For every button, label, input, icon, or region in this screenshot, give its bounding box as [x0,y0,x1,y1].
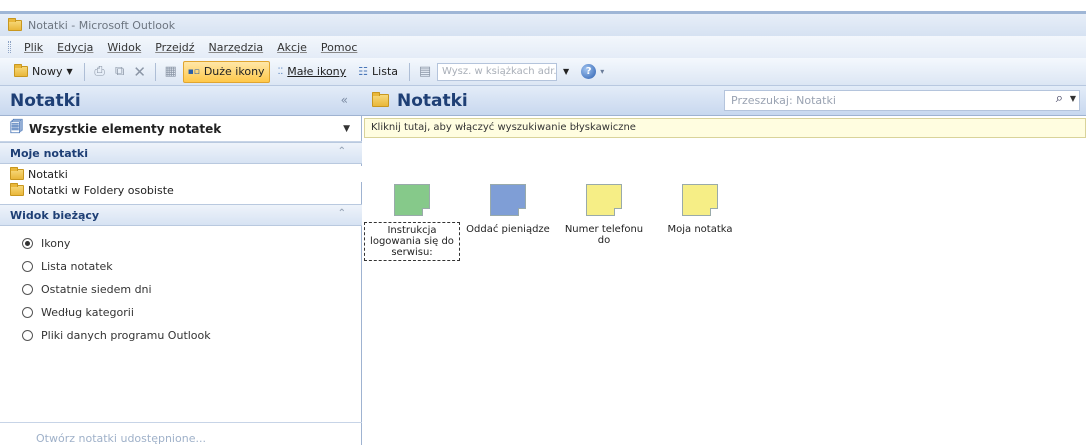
note-icon [394,184,430,216]
small-icons-button[interactable]: ⁚⁚ Małe ikony [274,61,351,83]
chevron-down-icon[interactable]: ▼ [563,67,569,76]
view-option-label: Pliki danych programu Outlook [41,328,211,342]
standard-toolbar: Nowy ▼ ⎙ ⧉ ✕ ▦ ▪▫ Duże ikony ⁚⁚ Małe iko… [0,58,1086,86]
radio-button[interactable] [22,329,33,341]
note-icon [586,184,622,216]
help-icon[interactable]: ? [581,64,597,79]
collapse-section-icon[interactable]: ⌃ [338,146,346,157]
folder-icon [10,166,24,180]
search-icon[interactable]: ⌕ [1056,91,1063,106]
folder-item-notes-personal[interactable]: Notatki w Foldery osobiste [0,182,362,198]
folder-item-notes[interactable]: Notatki [0,166,362,182]
delete-icon[interactable]: ✕ [132,64,148,79]
view-option-last-seven-days[interactable]: Ostatnie siedem dni [0,278,362,300]
radio-button-selected[interactable] [22,237,33,249]
view-option-by-category[interactable]: Według kategorii [0,301,362,323]
folder-label: Notatki w Foldery osobiste [28,183,174,197]
content-title: Notatki [397,90,468,111]
chevron-down-icon[interactable]: ▼ [66,67,72,76]
new-button-label: Nowy [32,65,63,78]
window-title: Notatki - Microsoft Outlook [28,18,176,32]
all-notes-label: Wszystkie elementy notatek [29,121,222,136]
menu-bar: Plik Edycja Widok Przejdź Narzędzia Akcj… [0,36,1086,58]
menu-grip-icon[interactable] [8,41,11,53]
top-edge-strip [0,0,1086,14]
note-item[interactable]: Instrukcja logowania się do serwisu: [364,184,460,261]
view-option-label: Według kategorii [41,305,134,319]
view-option-outlook-data-files[interactable]: Pliki danych programu Outlook [0,324,362,346]
note-label: Oddać pieniądze [466,224,550,235]
view-option-label: Ostatnie siedem dni [41,282,152,296]
folder-label: Notatki [28,167,68,181]
view-option-label: Ikony [41,236,71,250]
note-icon [682,184,718,216]
radio-button[interactable] [22,306,33,318]
list-button[interactable]: ☷ Lista [354,61,402,83]
chevron-down-icon[interactable]: ▼ [343,124,350,134]
menu-tools[interactable]: Narzędzia [209,41,264,54]
my-notes-section-header[interactable]: Moje notatki ⌃ [0,142,362,164]
address-book-icon[interactable]: ▤ [417,64,433,79]
toolbar-separator [154,62,156,81]
large-icons-button[interactable]: ▪▫ Duże ikony [182,60,270,83]
menu-help[interactable]: Pomoc [321,41,357,54]
all-notes-selector[interactable]: 🗐 Wszystkie elementy notatek ▼ [0,116,362,142]
note-icon [490,184,526,216]
outlook-app-icon [8,17,22,31]
nav-pane-title: Notatki [10,91,81,111]
radio-button[interactable] [22,283,33,295]
view-option-label: Lista notatek [41,259,113,273]
info-bar-text: Kliknij tutaj, aby włączyć wyszukiwanie … [371,122,636,133]
toolbar-separator [409,62,411,81]
list-label: Lista [372,65,399,78]
notes-folder-icon [372,92,389,107]
new-note-icon [14,64,28,77]
toolbar-separator [83,62,85,81]
print-icon[interactable]: ⎙ [92,64,108,79]
search-placeholder: Przeszukaj: Notatki [731,94,836,107]
large-icons-label: Duże ikony [203,65,265,78]
small-icons-icon: ⁚⁚ [277,66,284,77]
note-label: Moja notatka [667,224,733,235]
note-item[interactable]: Moja notatka [652,184,748,237]
navigation-pane: 🗐 Wszystkie elementy notatek ▼ Moje nota… [0,116,362,445]
menu-file[interactable]: Plik [24,41,43,54]
notes-folder-icon: 🗐 [10,119,23,135]
collapse-pane-icon[interactable]: « [341,93,348,107]
menu-actions[interactable]: Akcje [277,41,307,54]
instant-search-info-bar[interactable]: Kliknij tutaj, aby włączyć wyszukiwanie … [364,118,1086,138]
address-book-search-input[interactable]: Wysz. w książkach adr. [437,62,558,81]
new-button[interactable]: Nowy ▼ [10,61,77,83]
current-view-header-label: Widok bieżący [10,209,100,222]
move-to-folder-icon[interactable]: ⧉ [112,64,128,79]
content-header: Notatki Przeszukaj: Notatki ⌕ ▼ [362,86,1086,116]
my-notes-header-label: Moje notatki [10,147,88,160]
folder-icon [10,182,24,196]
menu-go[interactable]: Przejdź [155,41,194,54]
list-view-icon: ☷ [358,65,369,78]
title-bar: Notatki - Microsoft Outlook [0,14,1086,36]
menu-view[interactable]: Widok [107,41,141,54]
view-option-icons[interactable]: Ikony [0,232,362,254]
large-icons-icon: ▪▫ [187,66,200,77]
current-view-section-header[interactable]: Widok bieżący ⌃ [0,204,362,226]
note-label: Numer telefonu do [564,224,644,246]
chevron-down-icon[interactable]: ▼ [1070,94,1076,103]
toolbar-options-icon[interactable]: ▾ [600,67,604,76]
note-item[interactable]: Numer telefonu do [556,184,652,248]
open-shared-notes-link[interactable]: Otwórz notatki udostępnione... [0,422,362,445]
collapse-section-icon[interactable]: ⌃ [338,208,346,219]
note-label: Instrukcja logowania się do serwisu: [364,222,460,261]
note-item[interactable]: Oddać pieniądze [460,184,556,237]
open-shared-notes-label: Otwórz notatki udostępnione... [36,432,206,445]
navigation-pane-header: Notatki « [0,86,362,116]
view-grid-icon[interactable]: ▦ [163,64,179,79]
small-icons-label: Małe ikony [287,65,347,78]
menu-edit[interactable]: Edycja [57,41,93,54]
notes-view: Instrukcja logowania się do serwisu: Odd… [362,140,1086,445]
view-option-note-list[interactable]: Lista notatek [0,255,362,277]
radio-button[interactable] [22,260,33,272]
instant-search-input[interactable]: Przeszukaj: Notatki ⌕ ▼ [724,90,1080,111]
